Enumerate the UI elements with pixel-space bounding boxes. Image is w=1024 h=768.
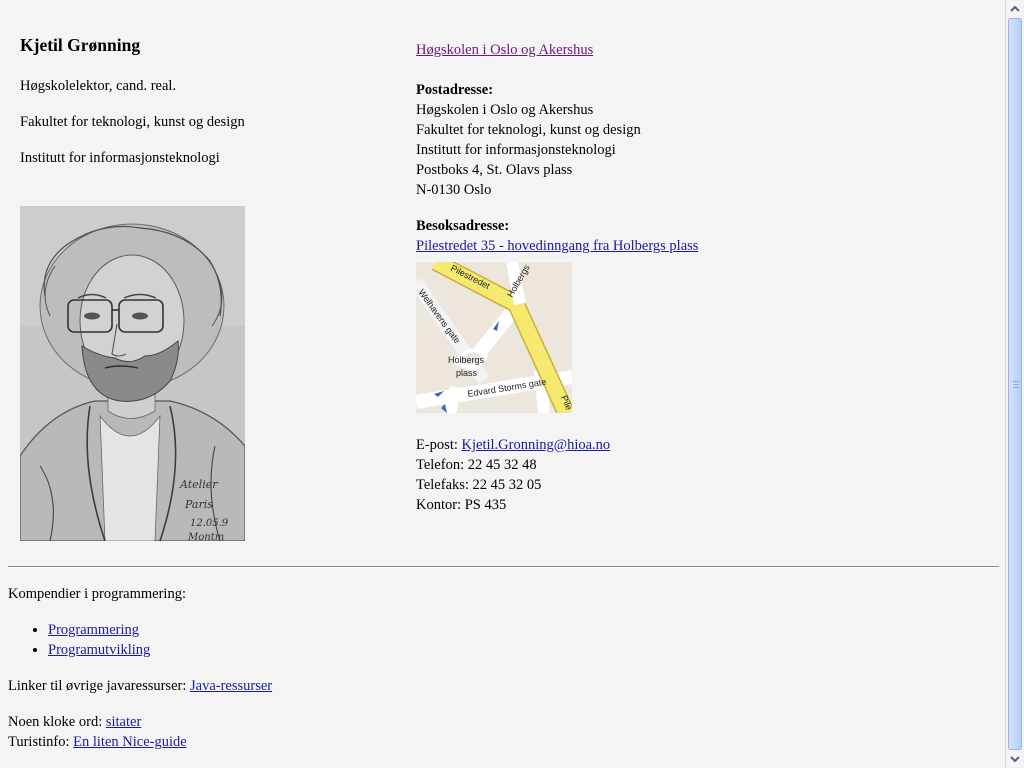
postal-line: N-0130 Oslo — [416, 182, 492, 198]
compendia-heading: Kompendier i programmering: — [8, 586, 186, 602]
list-item: Programmering — [48, 620, 998, 640]
page: Kjetil Grønning Høgskolelektor, cand. re… — [0, 0, 1006, 768]
office-line: Kontor: PS 435 — [416, 497, 507, 513]
signature-line-2: Paris — [184, 498, 213, 511]
programmering-link[interactable]: Programmering — [48, 622, 139, 638]
grip-line — [1013, 387, 1019, 388]
postal-line: Fakultet for teknologi, kunst og design — [416, 122, 641, 138]
nice-guide-link[interactable]: En liten Nice-guide — [73, 734, 187, 750]
scroll-up-button[interactable] — [1007, 1, 1023, 17]
fax-line: Telefaks: 22 45 32 05 — [416, 477, 542, 493]
grip-line — [1013, 381, 1019, 382]
signature-line-1: Atelier — [179, 478, 218, 491]
person-faculty: Fakultet for teknologi, kunst og design — [20, 114, 245, 130]
quotes-link[interactable]: sitater — [106, 714, 141, 730]
list-item: Programutvikling — [48, 640, 998, 660]
signature-line-3: 12.05.9 — [190, 518, 229, 529]
school-link[interactable]: Høgskolen i Oslo og Akershus — [416, 42, 593, 58]
postal-line: Postboks 4, St. Olavs plass — [416, 162, 573, 178]
chevron-up-icon — [1010, 5, 1020, 12]
quotes-text: Noen kloke ord: — [8, 714, 103, 730]
phone-line: Telefon: 22 45 32 48 — [416, 457, 537, 473]
map-label-plass-1: Holbergs — [448, 355, 485, 365]
grip-line — [1013, 384, 1019, 385]
visit-address: Besoksadresse: Pilestredet 35 - hovedinn… — [416, 216, 976, 256]
horizontal-divider — [8, 566, 999, 568]
resources-section: Kompendier i programmering: Programmerin… — [8, 584, 998, 752]
postal-line: Høgskolen i Oslo og Akershus — [416, 102, 594, 118]
person-name: Kjetil Grønning — [20, 35, 141, 55]
tourist-text: Turistinfo: — [8, 734, 70, 750]
java-text: Linker til øvrige javaressurser: — [8, 678, 187, 694]
programutvikling-link[interactable]: Programutvikling — [48, 642, 150, 658]
person-title: Høgskolelektor, cand. real. — [20, 78, 177, 94]
postal-line: Institutt for informasjonsteknologi — [416, 142, 616, 158]
profile-column: Kjetil Grønning Høgskolelektor, cand. re… — [20, 34, 400, 184]
visit-heading: Besoksadresse: — [416, 218, 510, 234]
postal-address: Postadresse: Høgskolen i Oslo og Akershu… — [416, 80, 976, 200]
vertical-scrollbar[interactable] — [1005, 0, 1024, 768]
contact-column: Høgskolen i Oslo og Akershus Postadresse… — [416, 40, 976, 515]
signature-line-4: Montm — [187, 532, 224, 541]
chevron-down-icon — [1010, 756, 1020, 763]
compendia-list: Programmering Programutvikling — [8, 620, 998, 660]
contact-details: E-post: Kjetil.Gronning@hioa.no Telefon:… — [416, 435, 976, 515]
visit-address-link[interactable]: Pilestredet 35 - hovedinngang fra Holber… — [416, 238, 698, 254]
postal-heading: Postadresse: — [416, 82, 494, 98]
map-image: Pilestredet Holbergs Welhavens gate Holb… — [416, 262, 572, 413]
location-map[interactable]: Pilestredet Holbergs Welhavens gate Holb… — [416, 262, 572, 413]
map-label-plass-2: plass — [456, 368, 478, 378]
scroll-down-button[interactable] — [1007, 751, 1023, 767]
email-link[interactable]: Kjetil.Gronning@hioa.no — [462, 437, 611, 453]
email-label: E-post: — [416, 437, 458, 453]
portrait-image: Atelier Paris 12.05.9 Montm — [20, 206, 245, 541]
java-resources-link[interactable]: Java-ressurser — [190, 678, 272, 694]
person-department: Institutt for informasjonsteknologi — [20, 150, 220, 166]
scrollbar-thumb[interactable] — [1008, 18, 1022, 750]
portrait-sketch: Atelier Paris 12.05.9 Montm — [20, 206, 245, 541]
